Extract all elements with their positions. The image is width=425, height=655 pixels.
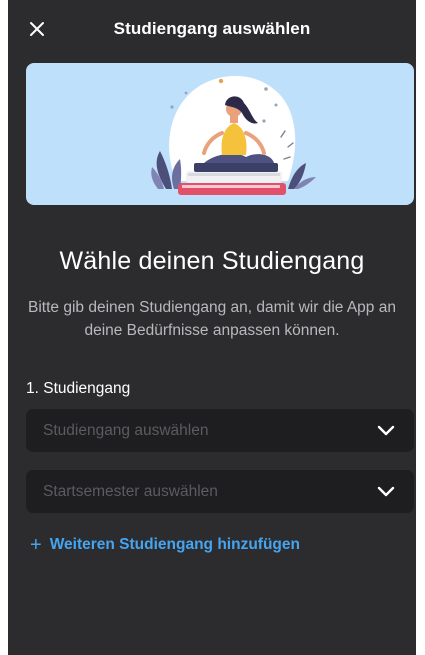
add-program-label: Weiteren Studiengang hinzufügen — [49, 536, 300, 553]
page-subtitle: Bitte gib deinen Studiengang an, damit w… — [28, 299, 396, 339]
meditation-illustration — [151, 75, 316, 195]
semester-select[interactable]: Startsemester auswählen — [26, 470, 414, 513]
plus-icon: + — [30, 534, 42, 556]
header: Studiengang auswählen — [8, 0, 416, 58]
chevron-down-icon — [377, 425, 395, 436]
page-title: Wähle deinen Studiengang — [59, 247, 365, 275]
section-label: 1. Studiengang — [26, 380, 131, 397]
header-title: Studiengang auswählen — [113, 19, 311, 38]
add-program-button[interactable]: + Weiteren Studiengang hinzufügen — [30, 535, 300, 555]
semester-select-placeholder: Startsemester auswählen — [43, 483, 218, 500]
program-select[interactable]: Studiengang auswählen — [26, 409, 414, 452]
hero-illustration — [26, 63, 414, 205]
app-screen: Studiengang auswählen Wähle deinen Studi… — [8, 0, 416, 655]
chevron-down-icon — [377, 486, 395, 497]
program-select-placeholder: Studiengang auswählen — [43, 422, 209, 439]
